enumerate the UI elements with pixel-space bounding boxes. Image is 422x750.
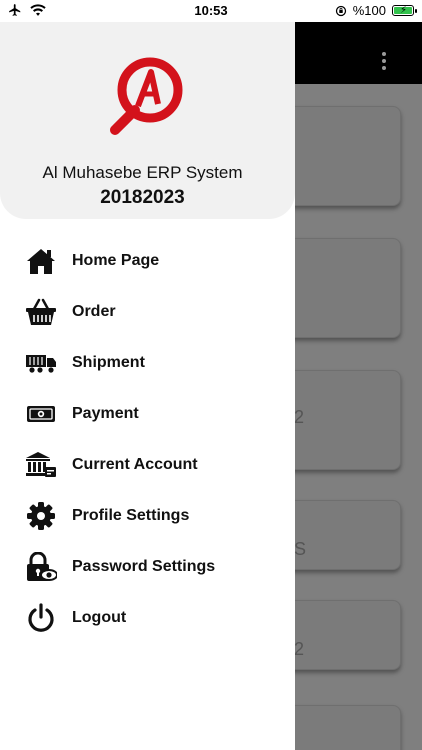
lock-eye-icon: [24, 551, 58, 582]
menu-item-shipment[interactable]: Shipment: [0, 337, 295, 388]
app-title: Al Muhasebe ERP System: [42, 163, 243, 182]
home-icon: [24, 246, 58, 276]
background-card-text: 2: [294, 639, 305, 659]
status-bar: 10:53 %100 ⚡: [0, 0, 422, 22]
bank-icon: [24, 450, 58, 480]
al-muhasebe-logo: [110, 57, 183, 135]
drawer-header: Al Muhasebe ERP System 20182023: [0, 22, 295, 219]
app-year: 20182023: [100, 187, 185, 208]
basket-icon: [24, 297, 58, 327]
money-icon: [24, 399, 58, 429]
truck-icon: [24, 348, 58, 378]
power-icon: [24, 602, 58, 633]
battery-percent: %100: [352, 3, 386, 18]
menu-item-order[interactable]: Order: [0, 286, 295, 337]
menu-item-current-account[interactable]: Current Account: [0, 439, 295, 490]
drawer-menu: Home Page Order Shipment Payment Current: [0, 235, 295, 643]
battery-icon: ⚡: [392, 5, 417, 16]
menu-item-password-settings[interactable]: Password Settings: [0, 541, 295, 592]
menu-item-payment[interactable]: Payment: [0, 388, 295, 439]
gear-icon: [24, 501, 58, 531]
menu-item-home-page[interactable]: Home Page: [0, 235, 295, 286]
more-options-icon[interactable]: [372, 49, 396, 73]
background-card-text: 2: [294, 407, 305, 427]
orientation-lock-icon: [335, 5, 346, 16]
menu-item-profile-settings[interactable]: Profile Settings: [0, 490, 295, 541]
background-card-text: S: [294, 539, 307, 559]
navigation-drawer: Al Muhasebe ERP System 20182023 Home Pag…: [0, 22, 295, 750]
menu-item-logout[interactable]: Logout: [0, 592, 295, 643]
